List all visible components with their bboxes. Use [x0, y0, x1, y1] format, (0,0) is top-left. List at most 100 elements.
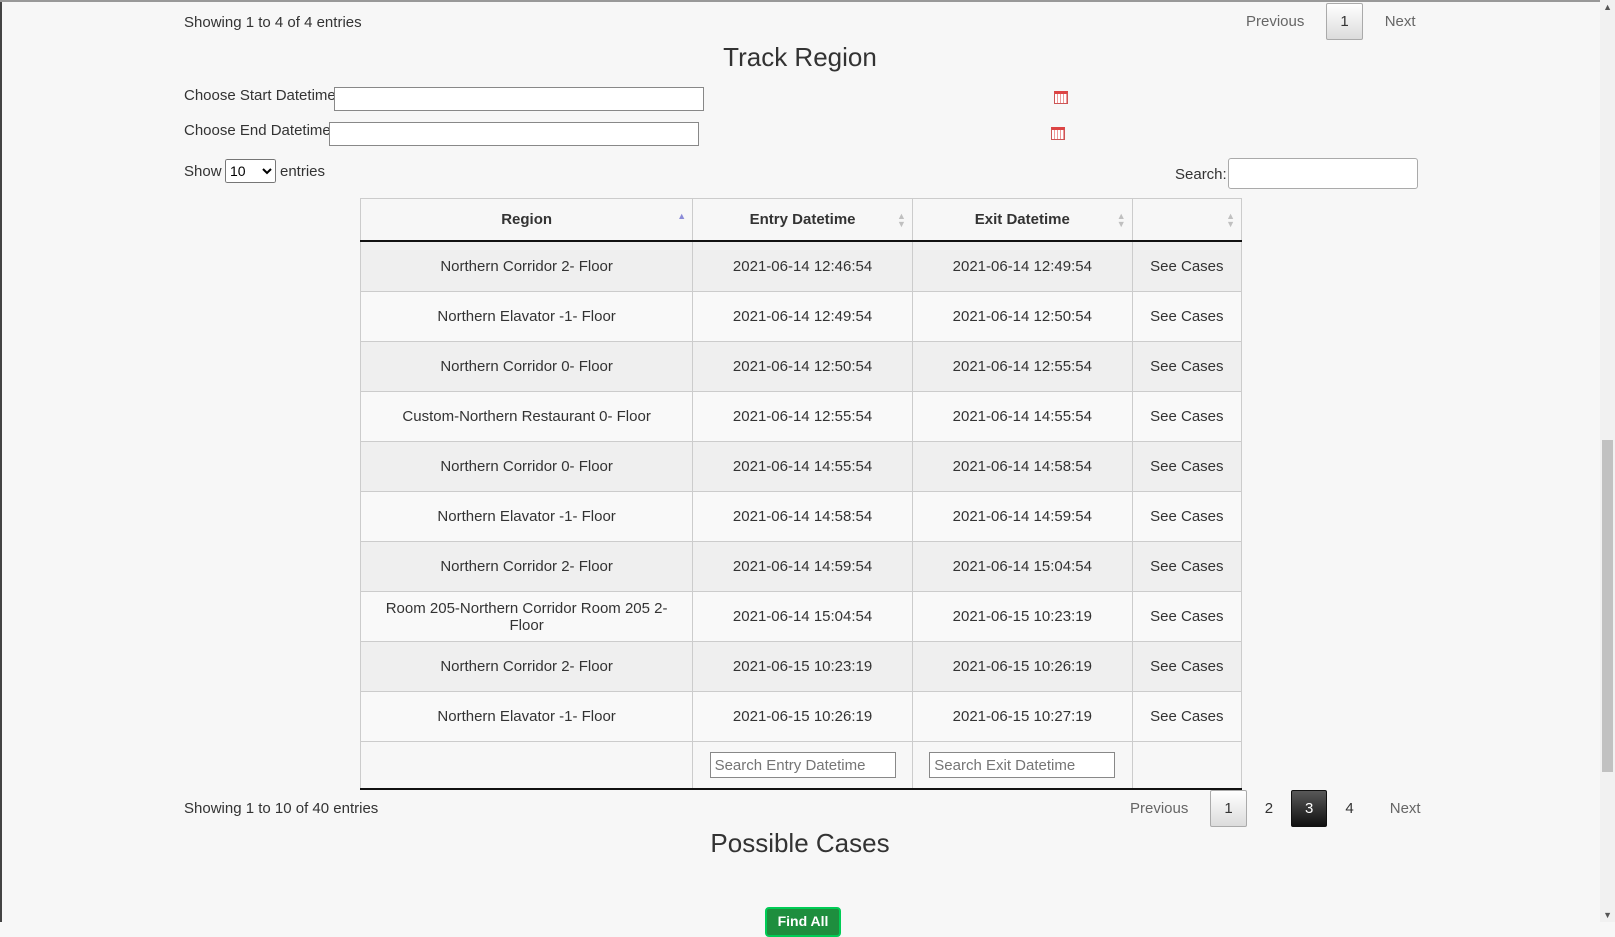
- track-region-table: Region ▲ Entry Datetime ▲ ▼ Exit Datetime…: [359, 198, 1243, 790]
- column-header-label: Exit Datetime: [974, 211, 1070, 228]
- top-border: [0, 0, 1600, 2]
- exit-datetime-cell: 2021-06-14 15:04:54: [911, 541, 1133, 592]
- table-row: Northern Corridor 2- Floor 2021-06-14 14:…: [359, 541, 1243, 592]
- footer-entry-cell: [692, 741, 913, 790]
- table-header-row: Region ▲ Entry Datetime ▲ ▼ Exit Datetime…: [359, 198, 1243, 242]
- left-border: [0, 0, 2, 922]
- see-cases-link[interactable]: See Cases: [1131, 240, 1243, 292]
- table-row: Northern Corridor 2- Floor 2021-06-14 12:…: [359, 240, 1243, 292]
- exit-datetime-cell: 2021-06-14 12:50:54: [911, 291, 1133, 342]
- region-cell: Northern Corridor 0- Floor: [359, 441, 694, 492]
- top-table-pager: Previous 1 Next: [1226, 3, 1436, 40]
- possible-cases-title: Possible Cases: [710, 828, 890, 858]
- entry-datetime-cell: 2021-06-14 14:59:54: [692, 541, 913, 592]
- search-label: Search:: [1175, 166, 1227, 183]
- footer-empty-cell: [1131, 741, 1243, 790]
- sort-both-icon: ▲ ▼: [897, 211, 906, 229]
- region-cell: Northern Elavator -1- Floor: [359, 691, 694, 742]
- table-row: Custom-Northern Restaurant 0- Floor 2021-…: [359, 391, 1243, 442]
- entry-datetime-cell: 2021-06-14 12:50:54: [692, 341, 913, 392]
- start-datetime-input[interactable]: [334, 87, 704, 111]
- page-2-button[interactable]: 2: [1251, 790, 1287, 827]
- sort-both-icon: ▲ ▼: [1116, 211, 1126, 229]
- region-cell: Northern Corridor 2- Floor: [359, 641, 694, 692]
- find-all-button[interactable]: Find All: [765, 907, 841, 937]
- see-cases-link[interactable]: See Cases: [1131, 441, 1243, 492]
- page-4-button[interactable]: 4: [1331, 790, 1367, 827]
- see-cases-link[interactable]: See Cases: [1131, 291, 1243, 342]
- see-cases-link[interactable]: See Cases: [1131, 591, 1243, 642]
- entry-datetime-cell: 2021-06-14 12:55:54: [692, 391, 913, 442]
- table-row: Northern Elavator -1- Floor 2021-06-14 14…: [359, 491, 1243, 542]
- table-row: Northern Corridor 0- Floor 2021-06-14 14:…: [359, 441, 1243, 492]
- exit-datetime-cell: 2021-06-15 10:23:19: [911, 591, 1133, 642]
- exit-datetime-cell: 2021-06-14 14:59:54: [911, 491, 1133, 542]
- region-cell: Northern Corridor 2- Floor: [359, 240, 694, 292]
- see-cases-link[interactable]: See Cases: [1131, 541, 1243, 592]
- region-cell: Northern Elavator -1- Floor: [359, 291, 694, 342]
- entry-datetime-cell: 2021-06-15 10:23:19: [692, 641, 913, 692]
- see-cases-link[interactable]: See Cases: [1131, 391, 1243, 442]
- exit-datetime-cell: 2021-06-15 10:27:19: [911, 691, 1133, 742]
- track-region-info: Showing 1 to 10 of 40 entries: [184, 800, 379, 817]
- scroll-up-icon[interactable]: ▲: [1603, 2, 1612, 12]
- column-header-label: Region: [501, 211, 553, 228]
- sort-both-icon: ▲ ▼: [1226, 211, 1235, 229]
- column-header-region[interactable]: Region ▲: [359, 198, 694, 242]
- scrollbar[interactable]: ▲ ▼: [1600, 0, 1615, 922]
- show-label: Show: [184, 163, 222, 180]
- exit-datetime-cell: 2021-06-14 14:55:54: [911, 391, 1133, 442]
- sort-asc-icon: ▲: [677, 211, 687, 221]
- see-cases-link[interactable]: See Cases: [1131, 341, 1243, 392]
- see-cases-link[interactable]: See Cases: [1131, 691, 1243, 742]
- entry-datetime-cell: 2021-06-14 14:58:54: [692, 491, 913, 542]
- table-footer-row: [359, 741, 1243, 790]
- table-row: Northern Elavator -1- Floor 2021-06-15 10…: [359, 691, 1243, 742]
- column-header-entry-datetime[interactable]: Entry Datetime ▲ ▼: [692, 198, 913, 242]
- region-cell: Northern Elavator -1- Floor: [359, 491, 694, 542]
- page-1-button[interactable]: 1: [1210, 790, 1247, 827]
- search-exit-datetime-input[interactable]: [929, 752, 1116, 778]
- start-datetime-label: Choose Start Datetime:: [184, 87, 340, 104]
- page-3-button[interactable]: 3: [1291, 790, 1328, 827]
- scrollbar-thumb[interactable]: [1602, 440, 1613, 772]
- end-calendar-icon[interactable]: [1051, 127, 1065, 140]
- top-previous-button[interactable]: Previous: [1234, 4, 1316, 39]
- previous-button[interactable]: Previous: [1118, 791, 1200, 826]
- scroll-down-icon[interactable]: ▼: [1603, 910, 1612, 920]
- column-header-label: Entry Datetime: [749, 211, 856, 228]
- footer-exit-cell: [911, 741, 1133, 790]
- search-input[interactable]: [1228, 158, 1418, 189]
- exit-datetime-cell: 2021-06-14 12:49:54: [911, 240, 1133, 292]
- region-cell: Northern Corridor 0- Floor: [359, 341, 694, 392]
- top-page-1-button[interactable]: 1: [1326, 3, 1363, 40]
- table-row: Northern Elavator -1- Floor 2021-06-14 12…: [359, 291, 1243, 342]
- track-region-pager: Previous 1 2 3 4 Next: [1110, 790, 1441, 827]
- column-header-exit-datetime[interactable]: Exit Datetime ▲ ▼: [911, 198, 1133, 242]
- table-row: Northern Corridor 2- Floor 2021-06-15 10:…: [359, 641, 1243, 692]
- start-calendar-icon[interactable]: [1054, 91, 1068, 104]
- next-button[interactable]: Next: [1378, 791, 1433, 826]
- see-cases-link[interactable]: See Cases: [1131, 491, 1243, 542]
- entry-datetime-cell: 2021-06-14 14:55:54: [692, 441, 913, 492]
- track-region-title: Track Region: [723, 42, 877, 72]
- top-next-button[interactable]: Next: [1373, 4, 1428, 39]
- see-cases-link[interactable]: See Cases: [1131, 641, 1243, 692]
- region-cell: Custom-Northern Restaurant 0- Floor: [359, 391, 694, 442]
- exit-datetime-cell: 2021-06-14 12:55:54: [911, 341, 1133, 392]
- entries-length-select[interactable]: 10: [225, 159, 276, 183]
- column-header-actions[interactable]: ▲ ▼: [1131, 198, 1243, 242]
- exit-datetime-cell: 2021-06-15 10:26:19: [911, 641, 1133, 692]
- table-row: Room 205-Northern Corridor Room 205 2- F…: [359, 591, 1243, 642]
- entry-datetime-cell: 2021-06-15 10:26:19: [692, 691, 913, 742]
- entry-datetime-cell: 2021-06-14 12:49:54: [692, 291, 913, 342]
- region-cell: Northern Corridor 2- Floor: [359, 541, 694, 592]
- table-row: Northern Corridor 0- Floor 2021-06-14 12:…: [359, 341, 1243, 392]
- entries-label: entries: [280, 163, 326, 180]
- entry-datetime-cell: 2021-06-14 15:04:54: [692, 591, 913, 642]
- end-datetime-input[interactable]: [329, 122, 699, 146]
- end-datetime-label: Choose End Datetime:: [184, 122, 335, 139]
- search-entry-datetime-input[interactable]: [709, 752, 896, 778]
- top-table-info: Showing 1 to 4 of 4 entries: [184, 14, 362, 31]
- entry-datetime-cell: 2021-06-14 12:46:54: [692, 240, 913, 292]
